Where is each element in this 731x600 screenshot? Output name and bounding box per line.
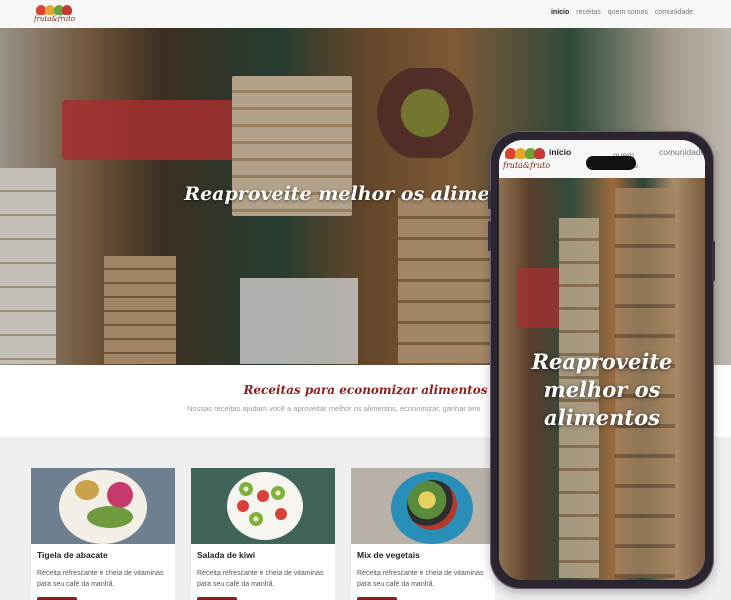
phone-screen: fruta&fruto início quem somos comunidade… — [499, 140, 705, 580]
fruit-crate-icon — [505, 146, 545, 160]
phone-side-button — [488, 191, 491, 209]
mobile-nav-item-comunidade[interactable]: comunidade — [659, 147, 705, 157]
recipe-card-title: Mix de vegetais — [357, 550, 420, 560]
recipe-card[interactable]: Tigela de abacate Receita refrescante e … — [31, 468, 175, 600]
main-nav: início receitas quem somos comunidade — [551, 9, 693, 16]
brand-logo-text: fruta&fruto — [34, 15, 76, 23]
phone-side-button — [712, 241, 715, 281]
nav-item-comunidade[interactable]: comunidade — [655, 9, 693, 16]
mobile-nav-item-inicio[interactable]: início — [549, 147, 571, 157]
recipe-card[interactable]: Salada de kiwi Receita refrescante e che… — [191, 468, 335, 600]
phone-side-button — [488, 221, 491, 251]
nav-item-receitas[interactable]: receitas — [576, 9, 601, 16]
nav-item-quem-somos[interactable]: quem somos — [608, 9, 648, 16]
nav-item-inicio[interactable]: início — [551, 9, 569, 16]
phone-notch — [586, 156, 636, 170]
recipe-card-description: Receita refrescante e cheia de vitaminas… — [37, 570, 164, 588]
mobile-hero-banner: Reaproveite melhor os alimentos — [499, 178, 705, 580]
mobile-hero-title: Reaproveite melhor os alimentos — [531, 349, 673, 430]
recipe-card-image — [191, 468, 335, 544]
mobile-brand-logo-text: fruta&fruto — [503, 161, 551, 170]
recipe-card-description: Receita refrescante e cheia de vitaminas… — [197, 570, 324, 588]
recipe-card-image — [351, 468, 495, 544]
recipe-card-image — [31, 468, 175, 544]
recipe-card-title: Salada de kiwi — [197, 550, 256, 560]
phone-mockup: fruta&fruto início quem somos comunidade… — [488, 131, 715, 589]
mobile-brand-logo[interactable]: fruta&fruto — [503, 146, 551, 174]
recipe-card-title: Tigela de abacate — [37, 550, 108, 560]
top-navbar: fruta&fruto início receitas quem somos c… — [0, 0, 731, 28]
recipe-card-description: Receita refrescante e cheia de vitaminas… — [357, 570, 484, 588]
recipe-card[interactable]: Mix de vegetais Receita refrescante e ch… — [351, 468, 495, 600]
fruit-crate-icon — [36, 3, 72, 15]
recipes-description: Nossas receitas ajudam você a aproveitar… — [187, 404, 481, 413]
brand-logo[interactable]: fruta&fruto — [34, 3, 76, 26]
